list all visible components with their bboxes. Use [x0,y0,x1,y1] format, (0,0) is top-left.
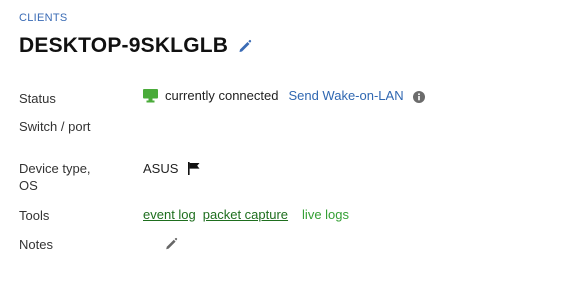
notes-edit-pencil-icon[interactable] [165,237,178,250]
event-log-link[interactable]: event log [143,206,196,223]
device-type-value: ASUS [143,160,201,177]
monitor-icon [143,88,158,103]
packet-capture-link[interactable]: packet capture [203,206,288,223]
device-manufacturer: ASUS [143,161,179,176]
switch-port-label: Switch / port [19,119,91,134]
page-title: DESKTOP-9SKLGLB [19,34,229,57]
status-label: Status [19,91,56,106]
status-value: currently connected Send Wake-on-LAN [143,87,425,104]
device-type-label: Device type, OS [19,160,91,194]
tools-links: event log packet capture live logs [143,206,349,223]
device-type-label-line2: OS [19,178,38,193]
device-type-label-line1: Device type, [19,161,91,176]
flag-icon [187,162,201,175]
info-icon[interactable] [412,90,425,103]
notes-label: Notes [19,237,53,252]
connection-status-text: currently connected [165,88,279,103]
edit-title-pencil-icon[interactable] [238,39,252,53]
tools-label: Tools [19,208,50,223]
breadcrumb-clients[interactable]: CLIENTS [19,12,68,24]
send-wake-on-lan-link[interactable]: Send Wake-on-LAN [288,87,403,104]
live-logs-link[interactable]: live logs [302,206,349,223]
page-header: DESKTOP-9SKLGLB [19,34,252,58]
